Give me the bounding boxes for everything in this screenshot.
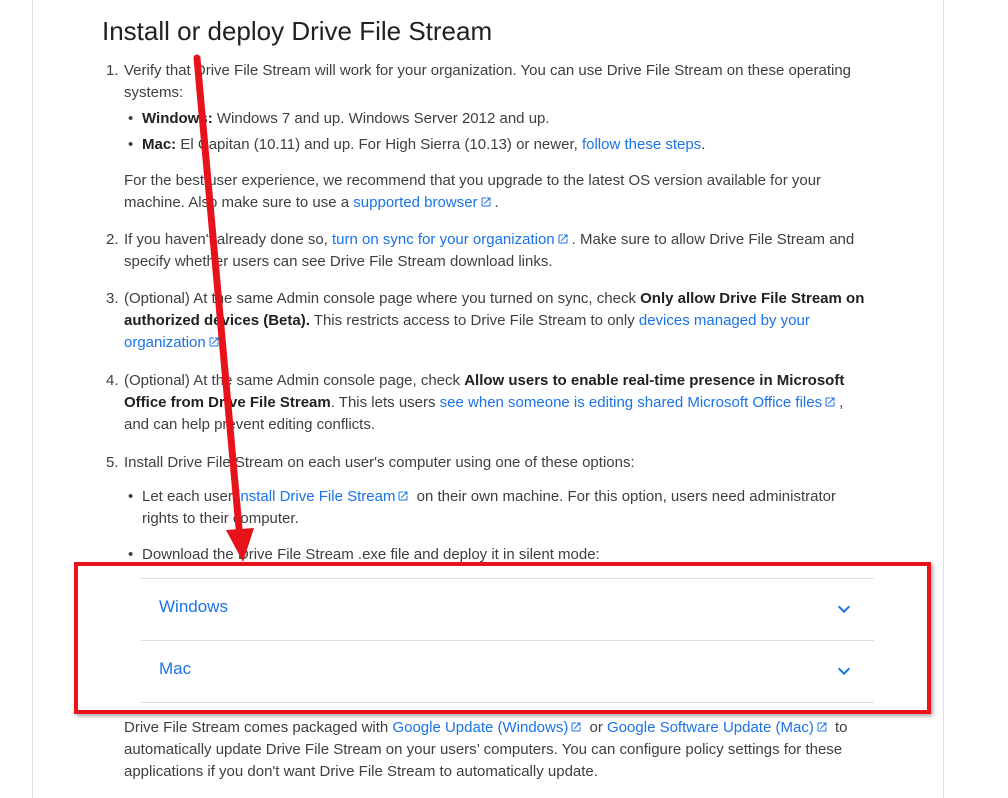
step-text: Verify that Drive File Stream will work …: [124, 62, 852, 79]
step-text: . This lets users: [330, 394, 440, 411]
step-number: 2.: [106, 231, 119, 248]
step-number: 5.: [106, 454, 119, 471]
open-in-new-icon[interactable]: [397, 490, 409, 502]
turn-on-sync-link[interactable]: turn on sync for your organization: [332, 231, 555, 248]
bullet: •: [128, 110, 134, 127]
option-text: on their own machine. For this option, u…: [412, 488, 836, 505]
os-text: El Capitan (10.11) and up. For High Sier…: [176, 136, 582, 153]
note-text: For the best user experience, we recomme…: [124, 172, 822, 189]
note-text: machine. Also make sure to use a: [124, 194, 354, 211]
punct: .: [222, 334, 227, 351]
google-update-windows-link[interactable]: Google Update (Windows): [392, 719, 568, 736]
bullet: •: [128, 546, 134, 563]
organization-link[interactable]: organization: [124, 334, 206, 351]
accordion-windows[interactable]: Windows: [141, 579, 874, 640]
editing-presence-link[interactable]: see when someone is editing shared Micro…: [440, 394, 822, 411]
step-bold-text: Only allow Drive File Stream on: [640, 290, 865, 307]
step-4: 4. (Optional) At the same Admin console …: [106, 370, 884, 436]
accordion-mac[interactable]: Mac: [141, 641, 874, 702]
open-in-new-icon[interactable]: [570, 721, 582, 733]
step-bold-text: Office from Drive File Stream: [124, 394, 331, 411]
note-text: automatically update Drive File Stream o…: [124, 741, 843, 758]
option-text: Download the Drive File Stream .exe file…: [142, 546, 600, 563]
bullet: •: [128, 488, 134, 505]
step-3: 3. (Optional) At the same Admin console …: [106, 288, 884, 354]
open-in-new-icon[interactable]: [816, 721, 828, 733]
step-text: (Optional) At the same Admin console pag…: [124, 372, 465, 389]
list-item-self-install: • Let each user install Drive File Strea…: [128, 486, 882, 530]
step-2: 2. If you haven't already done so, turn …: [106, 229, 884, 273]
list-item-mac: • Mac: El Capitan (10.11) and up. For Hi…: [128, 134, 706, 156]
option-text: rights to their computer.: [142, 510, 299, 527]
accordion-label: Windows: [159, 597, 228, 616]
step-text: This restricts access to Drive File Stre…: [309, 312, 639, 329]
chevron-down-icon[interactable]: [836, 663, 852, 679]
list-item-windows: • Windows: Windows 7 and up. Windows Ser…: [128, 108, 550, 130]
punct: ,: [839, 394, 844, 411]
bullet: •: [128, 136, 134, 153]
supported-browser-link[interactable]: supported browser: [353, 194, 477, 211]
install-drive-link[interactable]: install Drive File Stream: [237, 488, 395, 505]
note-text: applications if you don't want Drive Fil…: [124, 763, 598, 780]
step-1-note: For the best user experience, we recomme…: [124, 170, 884, 214]
open-in-new-icon[interactable]: [208, 336, 220, 348]
step-text: If you haven't already done so,: [124, 231, 333, 248]
os-text: Windows 7 and up. Windows Server 2012 an…: [212, 110, 550, 127]
open-in-new-icon[interactable]: [824, 396, 836, 408]
os-label: Windows:: [142, 110, 213, 127]
punct: .: [701, 136, 706, 153]
step-5: 5. Install Drive File Stream on each use…: [106, 452, 884, 474]
devices-managed-link[interactable]: devices managed by your: [639, 312, 810, 329]
step-1: 1. Verify that Drive File Stream will wo…: [106, 60, 884, 104]
step-text: Install Drive File Stream on each user's…: [124, 454, 635, 471]
step-number: 3.: [106, 290, 119, 307]
step-number: 4.: [106, 372, 119, 389]
option-text: Let each user: [142, 488, 238, 505]
os-label: Mac:: [142, 136, 177, 153]
step-bold-text: authorized devices (Beta).: [124, 312, 310, 329]
divider: [141, 702, 874, 703]
auto-update-note: Drive File Stream comes packaged with Go…: [124, 717, 884, 783]
step-text: specify whether users can see Drive File…: [124, 253, 553, 270]
open-in-new-icon[interactable]: [557, 233, 569, 245]
punct: .: [494, 194, 499, 211]
step-text: and can help prevent editing conflicts.: [124, 416, 375, 433]
follow-these-steps-link[interactable]: follow these steps: [582, 136, 701, 153]
note-text: Drive File Stream comes packaged with: [124, 719, 393, 736]
accordion-label: Mac: [159, 659, 192, 678]
note-text: or: [585, 719, 608, 736]
step-text: (Optional) At the same Admin console pag…: [124, 290, 641, 307]
open-in-new-icon[interactable]: [480, 196, 492, 208]
list-item-silent-deploy: • Download the Drive File Stream .exe fi…: [128, 544, 600, 566]
step-text: systems:: [124, 84, 184, 101]
step-text: . Make sure to allow Drive File Stream a…: [571, 231, 855, 248]
step-bold-text: Allow users to enable real-time presence…: [464, 372, 845, 389]
chevron-down-icon[interactable]: [836, 601, 852, 617]
page-title: Install or deploy Drive File Stream: [102, 16, 493, 46]
step-number: 1.: [106, 62, 119, 79]
note-text: to: [830, 719, 848, 736]
google-software-update-mac-link[interactable]: Google Software Update (Mac): [607, 719, 814, 736]
